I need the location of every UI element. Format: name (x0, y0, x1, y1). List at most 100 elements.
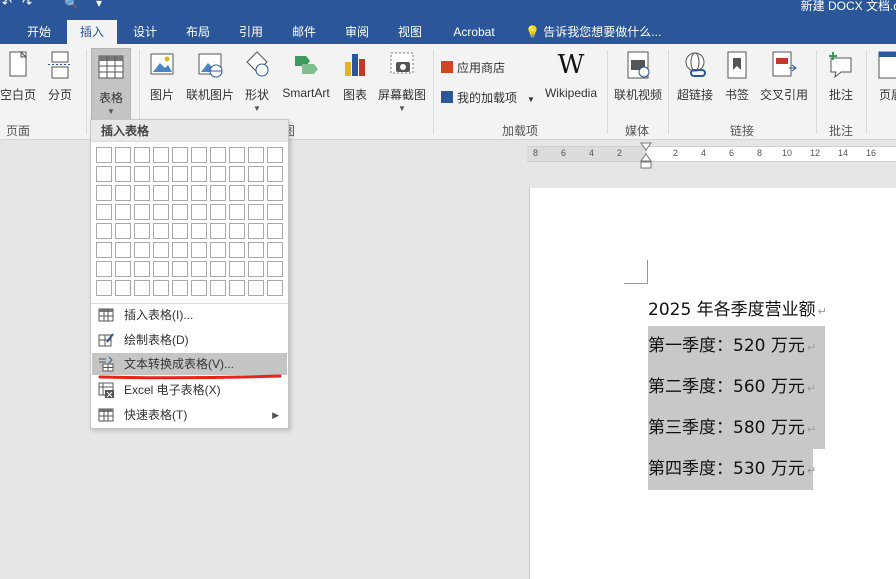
smartart-button[interactable]: SmartArt (278, 50, 334, 116)
table-grid-cell[interactable] (134, 166, 150, 182)
page-break-button[interactable]: 分页 (42, 50, 78, 116)
table-grid-cell[interactable] (229, 223, 245, 239)
table-grid-cell[interactable] (96, 185, 112, 201)
table-grid-cell[interactable] (267, 280, 283, 296)
table-grid-cell[interactable] (153, 261, 169, 277)
table-grid-cell[interactable] (210, 185, 226, 201)
table-grid-cell[interactable] (210, 204, 226, 220)
indent-marker-icon[interactable] (640, 142, 652, 170)
tab-insert[interactable]: 插入 (67, 20, 117, 44)
chart-button[interactable]: 图表 (337, 50, 373, 116)
tab-design[interactable]: 设计 (120, 20, 170, 44)
table-grid-cell[interactable] (191, 261, 207, 277)
table-grid-cell[interactable] (267, 204, 283, 220)
menu-item-insert-table[interactable]: 插入表格(I)... (92, 304, 287, 326)
table-grid-cell[interactable] (229, 185, 245, 201)
table-grid-cell[interactable] (134, 242, 150, 258)
table-grid-cell[interactable] (229, 280, 245, 296)
tab-mailings[interactable]: 邮件 (279, 20, 329, 44)
shapes-button[interactable]: 形状 ▼ (239, 50, 275, 116)
table-grid-cell[interactable] (248, 261, 264, 277)
table-grid-cell[interactable] (172, 242, 188, 258)
table-grid-cell[interactable] (229, 204, 245, 220)
table-grid-cell[interactable] (153, 185, 169, 201)
table-grid-cell[interactable] (191, 147, 207, 163)
document-line-selected[interactable]: 第一季度：520 万元 ↵ (648, 326, 825, 367)
table-grid-cell[interactable] (115, 261, 131, 277)
document-heading[interactable]: 2025 年各季度营业额 ↵ (648, 295, 827, 320)
table-grid-cell[interactable] (248, 223, 264, 239)
table-grid-cell[interactable] (153, 223, 169, 239)
table-grid-cell[interactable] (134, 147, 150, 163)
table-grid-cell[interactable] (229, 147, 245, 163)
undo-icon[interactable]: ↶ (2, 0, 12, 10)
document-line-selected[interactable]: 第三季度：580 万元 ↵ (648, 408, 825, 449)
online-video-button[interactable]: 联机视频 (612, 50, 664, 116)
table-grid-cell[interactable] (210, 261, 226, 277)
table-grid-cell[interactable] (210, 223, 226, 239)
horizontal-ruler[interactable]: 8 6 4 2 2 4 6 8 10 12 14 16 (527, 146, 896, 162)
table-grid-cell[interactable] (191, 166, 207, 182)
table-button[interactable]: 表格 ▼ (91, 48, 131, 120)
table-grid-cell[interactable] (115, 166, 131, 182)
table-grid-cell[interactable] (172, 185, 188, 201)
table-grid-cell[interactable] (267, 147, 283, 163)
table-grid-cell[interactable] (172, 204, 188, 220)
tab-review[interactable]: 审阅 (332, 20, 382, 44)
tab-layout[interactable]: 布局 (173, 20, 223, 44)
table-grid-cell[interactable] (210, 242, 226, 258)
document-line-selected[interactable]: 第四季度：530 万元 ↵ (648, 449, 816, 490)
table-grid-cell[interactable] (229, 166, 245, 182)
table-grid-cell[interactable] (210, 166, 226, 182)
tab-view[interactable]: 视图 (385, 20, 435, 44)
table-grid-cell[interactable] (172, 280, 188, 296)
blank-page-button[interactable]: 空白页 (0, 50, 38, 116)
tab-acrobat[interactable]: Acrobat (440, 20, 508, 44)
table-grid-cell[interactable] (134, 261, 150, 277)
table-grid-cell[interactable] (115, 185, 131, 201)
redo-icon[interactable]: ↷ (22, 0, 32, 10)
tab-home[interactable]: 开始 (14, 20, 64, 44)
table-grid-cell[interactable] (96, 204, 112, 220)
table-grid-cell[interactable] (96, 223, 112, 239)
wikipedia-button[interactable]: W Wikipedia (540, 50, 602, 116)
menu-item-quick-tables[interactable]: 快速表格(T) ▶ (92, 404, 287, 426)
table-grid-cell[interactable] (191, 185, 207, 201)
table-grid-cell[interactable] (153, 280, 169, 296)
table-grid-cell[interactable] (134, 223, 150, 239)
table-grid-cell[interactable] (115, 280, 131, 296)
bookmark-button[interactable]: 书签 (720, 50, 754, 116)
table-grid-cell[interactable] (96, 166, 112, 182)
table-grid-cell[interactable] (172, 166, 188, 182)
table-grid-cell[interactable] (229, 242, 245, 258)
table-grid-cell[interactable] (267, 242, 283, 258)
comment-button[interactable]: 批注 (822, 50, 860, 116)
print-preview-icon[interactable]: 🔍 (64, 0, 79, 10)
table-grid-cell[interactable] (229, 261, 245, 277)
hyperlink-button[interactable]: 超链接 (674, 50, 716, 116)
table-grid-cell[interactable] (267, 166, 283, 182)
menu-item-excel-spreadsheet[interactable]: Excel 电子表格(X) (92, 379, 287, 401)
table-grid-cell[interactable] (248, 147, 264, 163)
table-grid-cell[interactable] (115, 147, 131, 163)
table-grid-cell[interactable] (96, 280, 112, 296)
table-grid-cell[interactable] (134, 204, 150, 220)
table-grid-cell[interactable] (267, 223, 283, 239)
table-grid-cell[interactable] (191, 204, 207, 220)
table-grid-cell[interactable] (210, 147, 226, 163)
table-grid-cell[interactable] (172, 261, 188, 277)
store-button[interactable]: 应用商店 (441, 58, 505, 78)
table-grid-cell[interactable] (153, 147, 169, 163)
table-grid-cell[interactable] (115, 242, 131, 258)
table-grid-cell[interactable] (115, 204, 131, 220)
tab-references[interactable]: 引用 (226, 20, 276, 44)
table-grid-cell[interactable] (248, 166, 264, 182)
table-grid-cell[interactable] (153, 204, 169, 220)
table-grid-cell[interactable] (248, 280, 264, 296)
table-grid-cell[interactable] (172, 147, 188, 163)
table-grid-cell[interactable] (115, 223, 131, 239)
table-grid-cell[interactable] (96, 147, 112, 163)
table-grid-cell[interactable] (96, 261, 112, 277)
table-grid-cell[interactable] (191, 280, 207, 296)
table-grid-cell[interactable] (134, 280, 150, 296)
